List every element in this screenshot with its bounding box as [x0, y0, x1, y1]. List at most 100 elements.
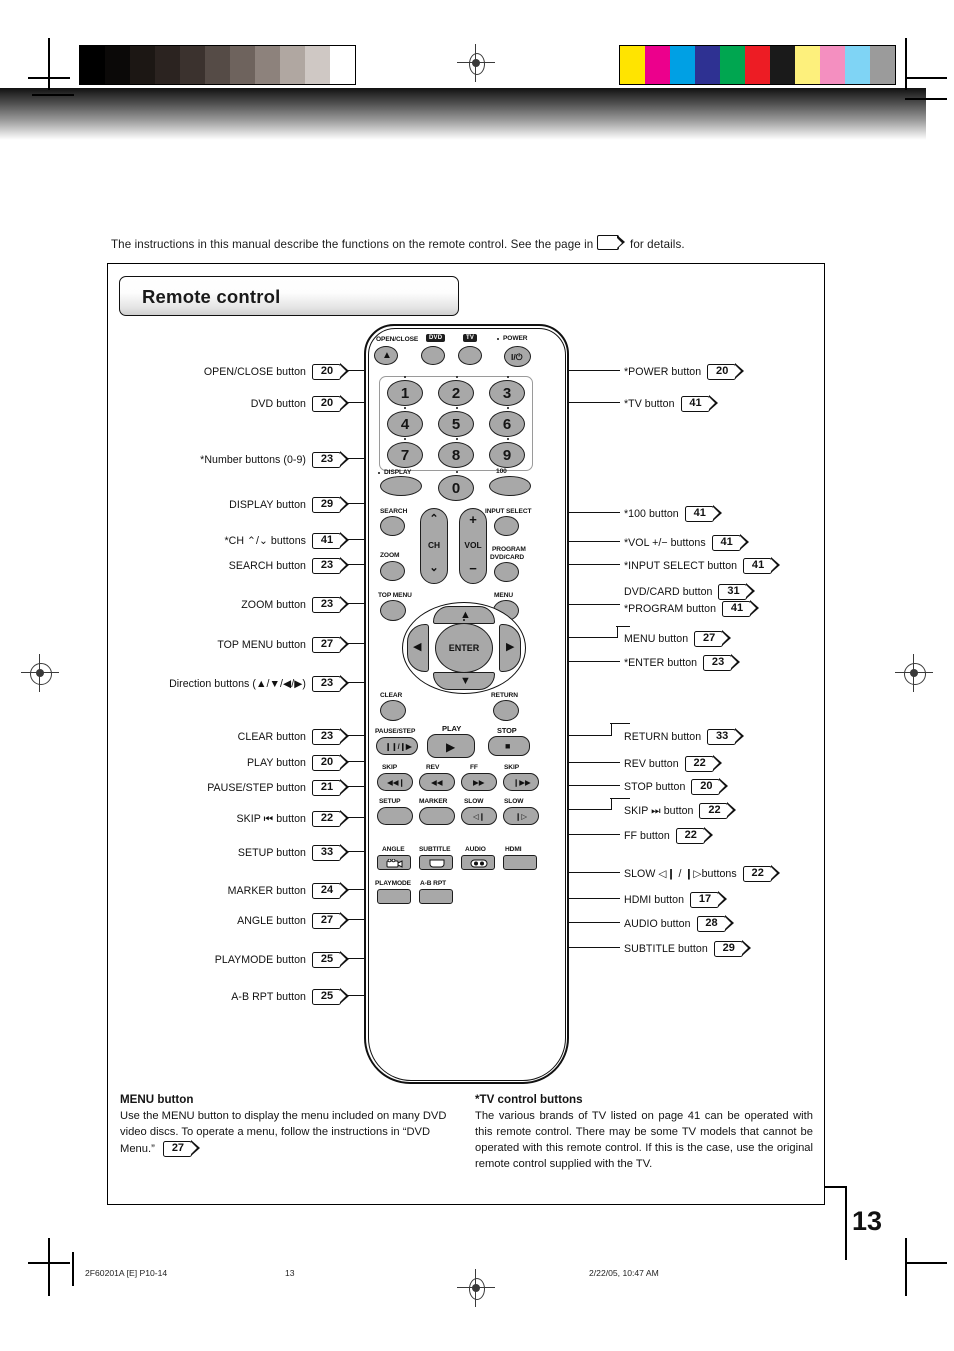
skip-back-button[interactable]: ◀◀❙	[377, 773, 413, 791]
tv-tag: TV	[463, 334, 478, 343]
callout-label-text: *INPUT SELECT button	[624, 560, 738, 572]
rev-button[interactable]: ◀◀	[419, 773, 455, 791]
number-button-7[interactable]: 7	[387, 442, 423, 468]
play-icon: ▶	[446, 740, 456, 754]
marker-button[interactable]	[419, 807, 455, 825]
crop-mark	[905, 1262, 947, 1264]
clear-button[interactable]	[380, 700, 406, 721]
callout-search: SEARCH button 23	[108, 557, 349, 574]
page-reference-badge: 41	[680, 395, 718, 412]
number-button-6[interactable]: 6	[489, 411, 525, 437]
number-button-2[interactable]: 2	[438, 380, 474, 406]
play-button[interactable]: ▶	[427, 734, 475, 758]
asterisk-dot	[507, 376, 509, 378]
audio-button[interactable]	[461, 855, 495, 870]
hundred-button[interactable]	[489, 476, 531, 496]
callout-clear: CLEAR button 23	[108, 728, 349, 745]
number-button-0[interactable]: 0	[438, 475, 474, 501]
ff-caption: FF	[470, 764, 478, 771]
callout-label-text: *Number buttons (0-9)	[200, 454, 306, 466]
input-select-button[interactable]	[494, 516, 519, 536]
enter-button[interactable]: ENTER	[435, 623, 493, 673]
direction-button-left[interactable]: ◀	[407, 624, 429, 672]
callout-label-text: *POWER button	[624, 366, 702, 378]
subtitle-caption: SUBTITLE	[419, 846, 451, 853]
page-reference-badge: 22	[742, 865, 780, 882]
vol-plus-icon: +	[469, 512, 477, 527]
callout-label-text: RETURN button	[624, 731, 702, 743]
tv-note-body: The various brands of TV listed on page …	[475, 1109, 813, 1170]
leader-line	[568, 541, 620, 543]
ch-rocker[interactable]: ⌃ CH ⌄	[420, 508, 448, 584]
open-close-caption: OPEN/CLOSE	[376, 336, 419, 343]
page-reference-badge: 20	[691, 778, 729, 795]
number-button-4[interactable]: 4	[387, 411, 423, 437]
callout-dvd-card: DVD/CARD button 31	[624, 583, 756, 600]
zoom-button[interactable]	[380, 561, 405, 581]
slow-fwd-button[interactable]: ❙▷	[503, 807, 539, 825]
ch-caption: CH	[427, 540, 441, 550]
crop-mark	[905, 38, 907, 90]
hdmi-button[interactable]	[503, 855, 537, 870]
pause-step-button[interactable]: ❙❙/❙▶	[376, 737, 418, 755]
skip-fwd-button[interactable]: ❙▶▶	[503, 773, 539, 791]
leader-line	[568, 735, 612, 737]
asterisk-dot	[507, 438, 509, 440]
vol-rocker[interactable]: + VOL −	[459, 508, 487, 584]
stop-button[interactable]: ■	[488, 736, 530, 756]
subtitle-icon	[429, 859, 445, 868]
number-button-1[interactable]: 1	[387, 380, 423, 406]
number-button-5[interactable]: 5	[438, 411, 474, 437]
direction-button-down[interactable]: ▼	[433, 672, 495, 690]
number-button-9[interactable]: 9	[489, 442, 525, 468]
vol-caption: VOL	[464, 540, 482, 550]
menu-note-page-badge: 27	[162, 1140, 200, 1157]
page-reference-badge: 23	[312, 557, 349, 574]
callout-dvd: DVD button 20	[108, 395, 349, 412]
search-button[interactable]	[380, 516, 405, 536]
tv-button[interactable]	[458, 346, 482, 365]
slow-back-icon: ◁❙	[473, 812, 486, 821]
calibration-swatch	[870, 46, 895, 84]
slow-back-button[interactable]: ◁❙	[461, 807, 497, 825]
subtitle-button[interactable]	[419, 855, 453, 870]
ab-rpt-button[interactable]	[419, 889, 453, 904]
number-button-8[interactable]: 8	[438, 442, 474, 468]
callout-top-menu: TOP MENU button 27	[108, 636, 349, 653]
leader-line	[568, 809, 612, 811]
ff-button[interactable]: ▶▶	[461, 773, 497, 791]
display-button[interactable]	[380, 476, 422, 496]
calibration-swatch	[130, 46, 155, 84]
leader-line	[616, 626, 630, 628]
callout-label-text: *100 button	[624, 508, 679, 520]
callout-label-text: *TV button	[624, 398, 675, 410]
playmode-button[interactable]	[377, 889, 411, 904]
dvd-button[interactable]	[421, 346, 445, 365]
power-caption: POWER	[503, 335, 528, 342]
callout-label-text: ZOOM button	[241, 599, 306, 611]
callout-direction: Direction buttons (▲/▼/◀/▶) 23	[108, 675, 349, 692]
page-reference-badge: 20	[312, 363, 349, 380]
direction-button-up[interactable]: ▲	[433, 606, 495, 624]
number-button-3[interactable]: 3	[489, 380, 525, 406]
leader-line	[568, 604, 620, 606]
open-close-button[interactable]: ▲	[374, 346, 398, 365]
callout-hundred: *100 button 41	[624, 505, 722, 522]
callout-label-text: DVD button	[250, 398, 306, 410]
callout-enter: *ENTER button 23	[624, 654, 741, 671]
page-reference-badge: 20	[312, 754, 349, 771]
callout-skip-back: SKIP ⏮ button 22	[108, 810, 349, 827]
power-button[interactable]: I/⏻	[504, 346, 531, 367]
setup-caption: SETUP	[379, 798, 401, 805]
page-title: Remote control	[142, 286, 281, 307]
setup-button[interactable]	[377, 807, 413, 825]
calibration-swatch	[330, 46, 355, 84]
panel-title-plate: Remote control	[119, 276, 459, 316]
return-button[interactable]	[493, 700, 519, 721]
ab-rpt-caption: A-B RPT	[420, 880, 447, 887]
leader-line	[568, 947, 620, 949]
angle-button[interactable]	[377, 855, 411, 870]
callout-stop: STOP button 20	[624, 778, 729, 795]
dvd-card-button[interactable]	[494, 562, 519, 582]
callout-setup: SETUP button 33	[108, 844, 349, 861]
